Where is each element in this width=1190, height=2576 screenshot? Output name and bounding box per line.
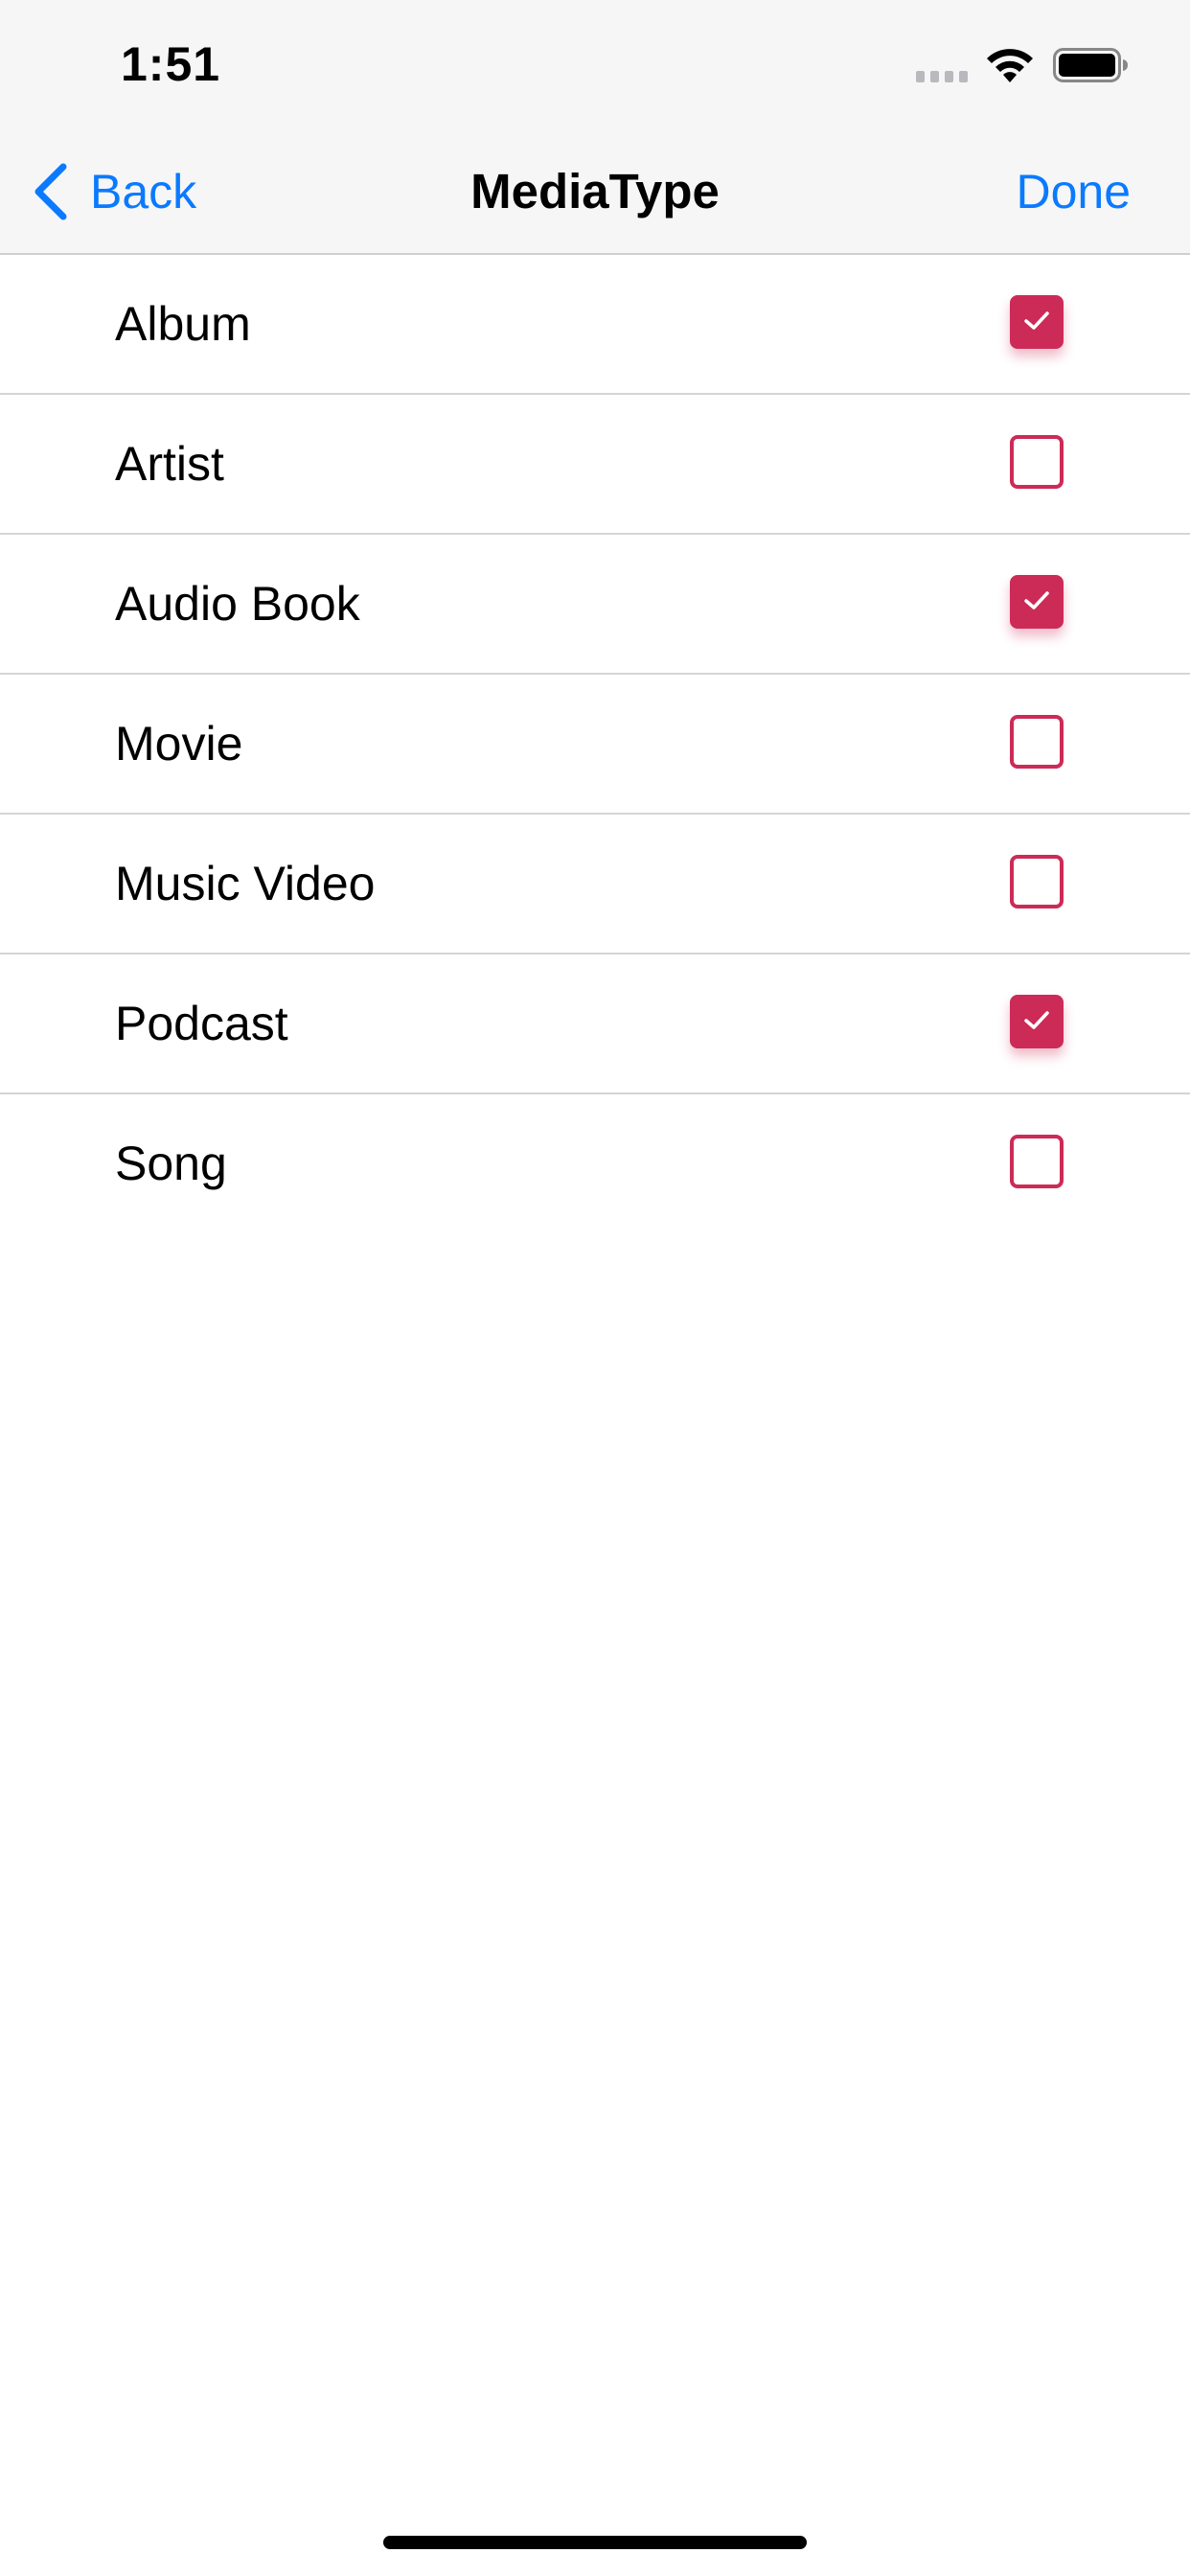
chevron-left-icon	[34, 163, 67, 220]
checkbox[interactable]	[1010, 715, 1064, 769]
list-item-label: Album	[115, 297, 251, 351]
checkbox[interactable]	[1010, 995, 1064, 1048]
list-item-label: Artist	[115, 437, 224, 491]
done-button[interactable]: Done	[1016, 153, 1131, 230]
back-button-label: Back	[90, 165, 197, 218]
list-item-label: Podcast	[115, 997, 288, 1050]
list-item-audio-book[interactable]: Audio Book	[0, 535, 1190, 675]
list-item-album[interactable]: Album	[0, 255, 1190, 395]
cellular-signal-icon	[916, 71, 968, 82]
list-item-label: Song	[115, 1137, 227, 1190]
checkbox[interactable]	[1010, 435, 1064, 489]
checkmark-icon	[1024, 1011, 1049, 1029]
navigation-header: 1:51 Back MediaType Done	[0, 0, 1190, 255]
list-item-label: Audio Book	[115, 577, 360, 631]
list-item-song[interactable]: Song	[0, 1094, 1190, 1232]
list-item-label: Movie	[115, 717, 243, 770]
checkbox[interactable]	[1010, 575, 1064, 629]
home-indicator[interactable]	[383, 2536, 807, 2549]
list-item-movie[interactable]: Movie	[0, 675, 1190, 815]
checkmark-icon	[1024, 311, 1049, 330]
checkbox[interactable]	[1010, 295, 1064, 349]
battery-icon	[1053, 48, 1128, 82]
list-item-label: Music Video	[115, 857, 376, 910]
media-type-list: Album Artist Audio Book Movie Music Vide…	[0, 255, 1190, 1232]
checkmark-icon	[1024, 591, 1049, 610]
wifi-icon	[987, 49, 1033, 82]
checkbox[interactable]	[1010, 1135, 1064, 1188]
list-item-podcast[interactable]: Podcast	[0, 954, 1190, 1094]
list-item-artist[interactable]: Artist	[0, 395, 1190, 535]
list-item-music-video[interactable]: Music Video	[0, 815, 1190, 954]
back-button[interactable]: Back	[31, 153, 196, 230]
checkbox[interactable]	[1010, 855, 1064, 908]
status-time: 1:51	[121, 37, 221, 91]
